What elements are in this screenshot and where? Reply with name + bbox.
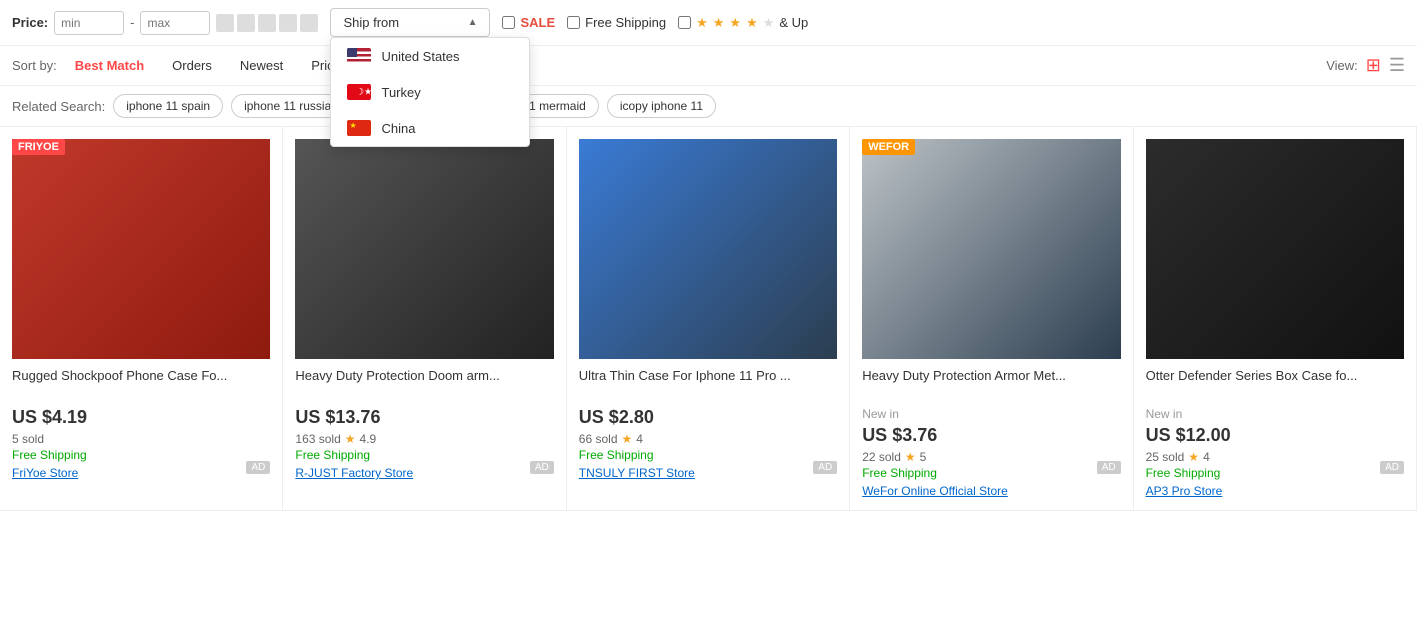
sort-best-match[interactable]: Best Match	[65, 54, 154, 77]
product-image-5	[1146, 139, 1404, 359]
product-shipping-4: Free Shipping	[862, 466, 1120, 480]
product-price-4: US $3.76	[862, 425, 1120, 446]
stars-up-label: & Up	[779, 15, 808, 30]
product-card-5[interactable]: Otter Defender Series Box Case fo... New…	[1134, 127, 1417, 511]
product-store-4[interactable]: WeFor Online Official Store	[862, 484, 1120, 498]
star3: ★	[729, 15, 741, 31]
free-shipping-checkbox[interactable]	[567, 16, 580, 29]
product-sold-1: 5 sold	[12, 432, 270, 446]
product-new-5: New in	[1146, 407, 1404, 421]
ship-from-button[interactable]: Ship from ▲	[330, 8, 490, 37]
tag-iphone11-russia[interactable]: iphone 11 russia	[231, 94, 344, 118]
ship-from-dropdown: United States ☽★ Turkey ★ China	[330, 37, 530, 147]
product-card-4[interactable]: WEFOR Heavy Duty Protection Armor Met...…	[850, 127, 1133, 511]
price-dash: -	[130, 15, 134, 30]
product-image-2	[295, 139, 553, 359]
free-shipping-check-item[interactable]: Free Shipping	[567, 15, 666, 30]
product-sold-5: 25 sold ★ 4	[1146, 450, 1404, 464]
ad-badge-5: AD	[1380, 461, 1404, 474]
product-store-1[interactable]: FriYoe Store	[12, 466, 270, 480]
sort-label: Sort by:	[12, 58, 57, 73]
grid-view-icon[interactable]: ⊞	[1366, 55, 1381, 76]
ship-from-wrapper: Ship from ▲ United States ☽★ Turkey ★ Ch…	[330, 8, 490, 37]
price-max-input[interactable]	[140, 11, 210, 35]
sale-checkbox[interactable]	[502, 16, 515, 29]
product-badge-4: WEFOR	[862, 139, 915, 155]
star2: ★	[713, 15, 725, 31]
product-sold-2: 163 sold ★ 4.9	[295, 432, 553, 446]
ad-badge-1: AD	[246, 461, 270, 474]
price-min-input[interactable]	[54, 11, 124, 35]
us-flag-icon	[347, 48, 371, 64]
star1: ★	[696, 15, 708, 31]
view-label: View:	[1326, 58, 1358, 73]
chevron-up-icon: ▲	[468, 17, 478, 28]
filter-bar: Price: - Ship from ▲ United States ☽★ Tu…	[0, 0, 1417, 46]
rating-checkbox[interactable]	[678, 16, 691, 29]
product-store-5[interactable]: AP3 Pro Store	[1146, 484, 1404, 498]
products-grid: FRIYOE Rugged Shockpoof Phone Case Fo...…	[0, 127, 1417, 511]
ad-badge-2: AD	[530, 461, 554, 474]
product-title-1: Rugged Shockpoof Phone Case Fo...	[12, 367, 270, 403]
free-shipping-label: Free Shipping	[585, 15, 666, 30]
list-view-icon[interactable]: ☰	[1389, 55, 1405, 76]
product-stars-4: ★	[905, 450, 916, 464]
ship-option-turkey[interactable]: ☽★ Turkey	[331, 74, 529, 110]
turkey-flag-icon: ☽★	[347, 84, 371, 100]
product-stars-5: ★	[1188, 450, 1199, 464]
product-image-4	[862, 139, 1120, 359]
ship-option-china[interactable]: ★ China	[331, 110, 529, 146]
product-stars-2: ★	[345, 432, 356, 446]
product-shipping-2: Free Shipping	[295, 448, 553, 462]
star4: ★	[746, 15, 758, 31]
product-image-3	[579, 139, 837, 359]
filter-checks: SALE Free Shipping ★ ★ ★ ★ ★ & Up	[502, 15, 808, 31]
ship-option-turkey-label: Turkey	[381, 85, 420, 100]
tag-iphone11-spain[interactable]: iphone 11 spain	[113, 94, 223, 118]
product-sold-4: 22 sold ★ 5	[862, 450, 1120, 464]
sort-newest[interactable]: Newest	[230, 54, 293, 77]
product-card-1[interactable]: FRIYOE Rugged Shockpoof Phone Case Fo...…	[0, 127, 283, 511]
view-controls: View: ⊞ ☰	[1326, 55, 1405, 76]
star5-empty: ★	[763, 15, 775, 31]
product-image-1	[12, 139, 270, 359]
rating-check-item[interactable]: ★ ★ ★ ★ ★ & Up	[678, 15, 808, 31]
ad-badge-4: AD	[1097, 461, 1121, 474]
ship-option-us-label: United States	[381, 49, 459, 64]
product-stars-3: ★	[622, 432, 633, 446]
product-sold-3: 66 sold ★ 4	[579, 432, 837, 446]
sale-label: SALE	[520, 15, 555, 30]
product-price-5: US $12.00	[1146, 425, 1404, 446]
product-card-3[interactable]: Ultra Thin Case For Iphone 11 Pro ... US…	[567, 127, 850, 511]
product-price-1: US $4.19	[12, 407, 270, 428]
product-price-2: US $13.76	[295, 407, 553, 428]
tag-icopy-iphone11[interactable]: icopy iphone 11	[607, 94, 716, 118]
sort-bar: Sort by: Best Match Orders Newest Price …	[0, 46, 1417, 86]
related-search-label: Related Search:	[12, 99, 105, 114]
price-slider[interactable]	[216, 14, 318, 32]
product-title-5: Otter Defender Series Box Case fo...	[1146, 367, 1404, 403]
product-shipping-3: Free Shipping	[579, 448, 837, 462]
product-shipping-5: Free Shipping	[1146, 466, 1404, 480]
product-title-2: Heavy Duty Protection Doom arm...	[295, 367, 553, 403]
ship-option-us[interactable]: United States	[331, 38, 529, 74]
ad-badge-3: AD	[813, 461, 837, 474]
price-filter: Price: -	[12, 11, 318, 35]
product-price-3: US $2.80	[579, 407, 837, 428]
sale-check-item[interactable]: SALE	[502, 15, 555, 30]
product-badge-1: FRIYOE	[12, 139, 65, 155]
related-search-bar: Related Search: iphone 11 spain iphone 1…	[0, 86, 1417, 127]
product-shipping-1: Free Shipping	[12, 448, 270, 462]
product-card-2[interactable]: Heavy Duty Protection Doom arm... US $13…	[283, 127, 566, 511]
china-flag-icon: ★	[347, 120, 371, 136]
ship-from-label: Ship from	[343, 15, 399, 30]
product-title-3: Ultra Thin Case For Iphone 11 Pro ...	[579, 367, 837, 403]
price-label: Price:	[12, 15, 48, 30]
sort-orders[interactable]: Orders	[162, 54, 222, 77]
product-title-4: Heavy Duty Protection Armor Met...	[862, 367, 1120, 403]
product-store-3[interactable]: TNSULY FIRST Store	[579, 466, 837, 480]
ship-option-china-label: China	[381, 121, 415, 136]
product-new-4: New in	[862, 407, 1120, 421]
product-store-2[interactable]: R-JUST Factory Store	[295, 466, 553, 480]
